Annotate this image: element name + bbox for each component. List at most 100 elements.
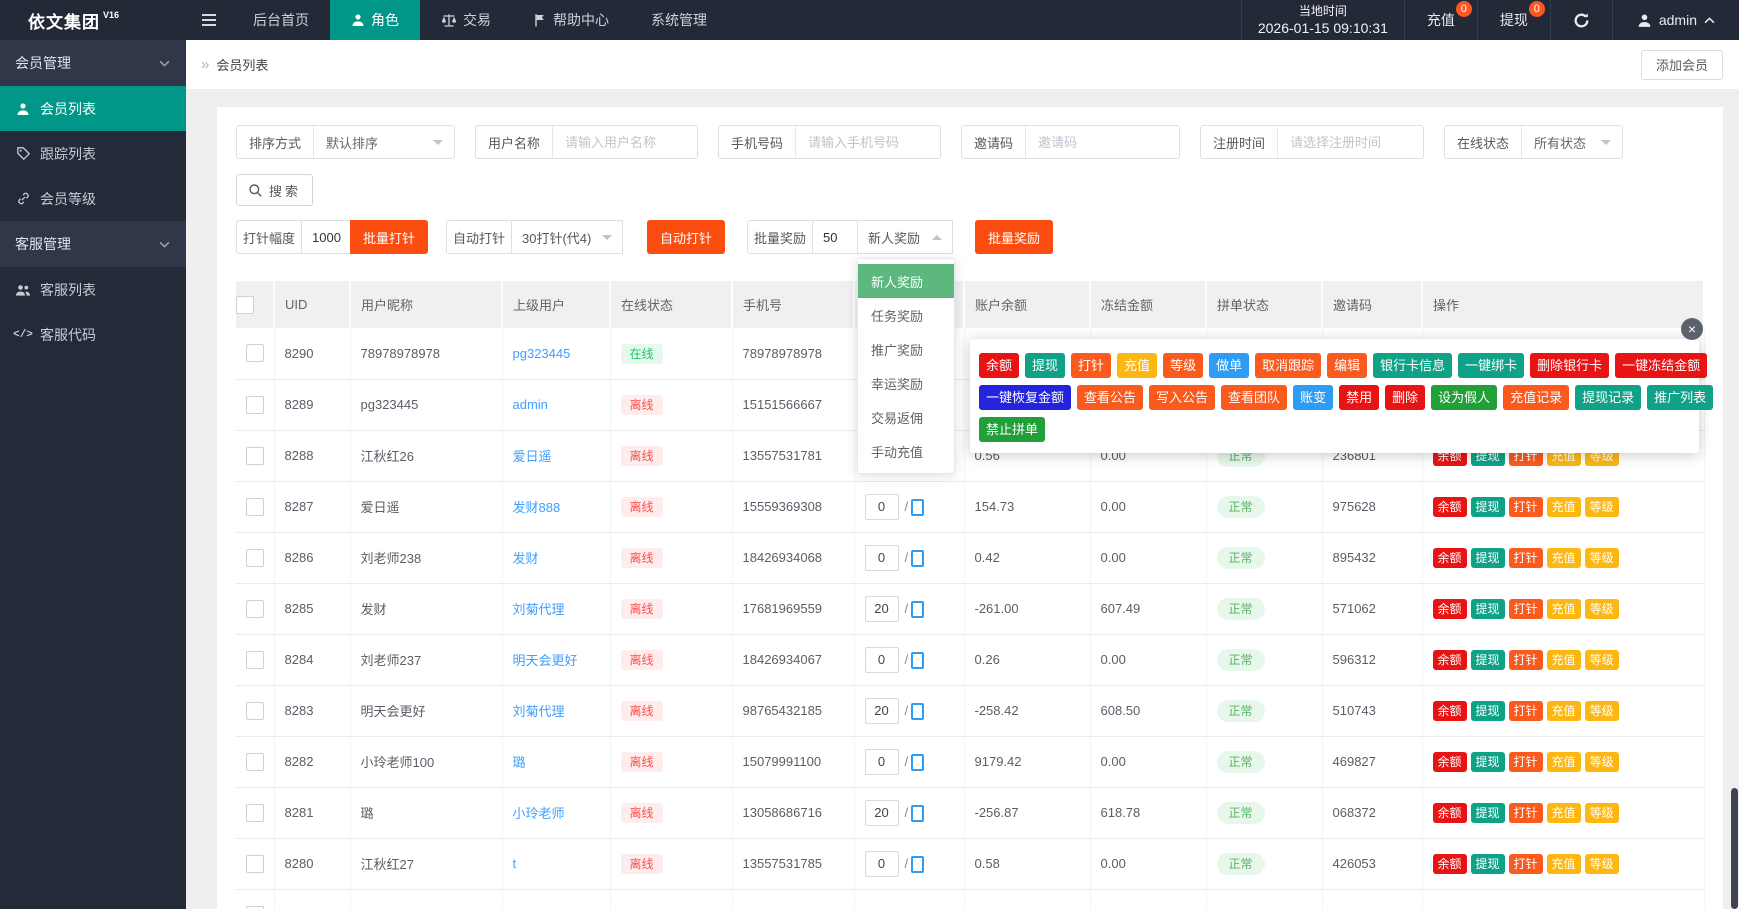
row-action-button[interactable]: 打针 [1509,548,1543,568]
row-action-button[interactable]: 充值 [1547,650,1581,670]
row-action-button[interactable]: 余额 [1433,752,1467,772]
popup-action-button[interactable]: 等级 [1163,353,1203,378]
popup-action-button[interactable]: 查看公告 [1077,385,1143,410]
sidebar-item[interactable]: 客服列表 [0,267,186,312]
row-action-button[interactable]: 打针 [1509,497,1543,517]
reward-option[interactable]: 推广奖励 [858,332,954,366]
row-action-button[interactable]: 余额 [1433,548,1467,568]
sidebar-item[interactable]: 跟踪列表 [0,131,186,176]
row-action-button[interactable]: 提现 [1471,701,1505,721]
select-all-checkbox[interactable] [236,296,254,314]
popup-action-button[interactable]: 写入公告 [1149,385,1215,410]
filter-select[interactable]: 默认排序 [314,126,454,158]
row-action-button[interactable]: 余额 [1433,650,1467,670]
row-action-button[interactable]: 充值 [1547,701,1581,721]
sidebar-group[interactable]: 会员管理 [0,40,186,86]
row-action-button[interactable]: 余额 [1433,599,1467,619]
row-action-button[interactable]: 等级 [1585,650,1619,670]
inject-input[interactable] [865,749,899,775]
row-action-button[interactable]: 余额 [1433,854,1467,874]
row-action-button[interactable]: 提现 [1471,497,1505,517]
page-scrollbar[interactable] [1731,788,1738,909]
popup-action-button[interactable]: 设为假人 [1431,385,1497,410]
popup-action-button[interactable]: 取消跟踪 [1255,353,1321,378]
popup-close-button[interactable]: × [1681,318,1703,340]
popup-action-button[interactable]: 一键绑卡 [1458,353,1524,378]
row-action-button[interactable]: 等级 [1585,803,1619,823]
row-checkbox[interactable] [246,753,264,771]
popup-action-button[interactable]: 银行卡信息 [1373,353,1452,378]
popup-action-button[interactable]: 禁用 [1339,385,1379,410]
search-button[interactable]: 搜索 [236,174,313,206]
row-action-button[interactable]: 提现 [1471,650,1505,670]
top-menu-item[interactable]: 后台首页 [232,0,330,40]
reward-option[interactable]: 幸运奖励 [858,366,954,400]
inject-input[interactable] [865,698,899,724]
row-action-button[interactable]: 等级 [1585,854,1619,874]
row-action-button[interactable]: 打针 [1509,803,1543,823]
inject-input[interactable] [865,494,899,520]
row-action-button[interactable]: 余额 [1433,497,1467,517]
parent-user-link[interactable]: pg323445 [513,346,571,361]
reward-option[interactable]: 手动充值 [858,434,954,468]
filter-input[interactable] [1026,126,1179,158]
row-action-button[interactable]: 等级 [1585,701,1619,721]
filter-input[interactable] [553,126,697,158]
parent-user-link[interactable]: 小玲老师 [513,806,565,821]
popup-action-button[interactable]: 打针 [1071,353,1111,378]
plan-icon[interactable] [911,550,924,567]
row-action-button[interactable]: 提现 [1471,599,1505,619]
filter-select[interactable]: 所有状态 [1522,126,1622,158]
row-checkbox[interactable] [246,549,264,567]
row-checkbox[interactable] [246,600,264,618]
filter-input[interactable] [796,126,940,158]
plan-icon[interactable] [911,754,924,771]
parent-user-link[interactable]: 爱日遥 [513,449,552,464]
sidebar-item[interactable]: 会员列表 [0,86,186,131]
popup-action-button[interactable]: 账变 [1293,385,1333,410]
top-menu-item[interactable]: 交易 [420,0,512,40]
inject-input[interactable] [865,647,899,673]
row-action-button[interactable]: 充值 [1547,497,1581,517]
reward-option[interactable]: 交易返佣 [858,400,954,434]
row-action-button[interactable]: 打针 [1509,701,1543,721]
top-menu-item[interactable]: 系统管理 [630,0,728,40]
auto-inject-button[interactable]: 自动打针 [647,220,725,254]
reward-type-select[interactable]: 新人奖励 新人奖励任务奖励推广奖励幸运奖励交易返佣手动充值 [857,220,953,254]
row-action-button[interactable]: 余额 [1433,803,1467,823]
row-action-button[interactable]: 打针 [1509,854,1543,874]
row-action-button[interactable]: 提现 [1471,752,1505,772]
popup-action-button[interactable]: 查看团队 [1221,385,1287,410]
user-menu[interactable]: admin [1612,0,1739,40]
parent-user-link[interactable]: 刘菊代理 [513,602,565,617]
top-menu-item[interactable]: 角色 [330,0,420,40]
row-action-button[interactable]: 等级 [1585,752,1619,772]
reward-option[interactable]: 新人奖励 [858,264,954,298]
popup-action-button[interactable]: 推广列表 [1647,385,1713,410]
row-action-button[interactable]: 充值 [1547,752,1581,772]
popup-action-button[interactable]: 提现记录 [1575,385,1641,410]
recharge-nav-button[interactable]: 充值 0 [1404,0,1477,40]
popup-action-button[interactable]: 删除 [1385,385,1425,410]
popup-action-button[interactable]: 编辑 [1327,353,1367,378]
parent-user-link[interactable]: 刘菊代理 [513,704,565,719]
row-action-button[interactable]: 等级 [1585,599,1619,619]
row-action-button[interactable]: 等级 [1585,548,1619,568]
row-action-button[interactable]: 打针 [1509,650,1543,670]
row-checkbox[interactable] [246,447,264,465]
inject-range-input[interactable] [306,230,346,245]
parent-user-link[interactable]: 璐 [513,755,526,770]
inject-input[interactable] [865,800,899,826]
row-checkbox[interactable] [246,396,264,414]
sidebar-item[interactable]: </>客服代码 [0,312,186,357]
plan-icon[interactable] [911,499,924,516]
parent-user-link[interactable]: 发财 [513,551,539,566]
row-checkbox[interactable] [246,651,264,669]
refresh-button[interactable] [1550,0,1612,40]
row-action-button[interactable]: 充值 [1547,599,1581,619]
row-checkbox[interactable] [246,804,264,822]
row-action-button[interactable]: 充值 [1547,548,1581,568]
popup-action-button[interactable]: 做单 [1209,353,1249,378]
parent-user-link[interactable]: 发财888 [513,500,561,515]
row-action-button[interactable]: 提现 [1471,548,1505,568]
